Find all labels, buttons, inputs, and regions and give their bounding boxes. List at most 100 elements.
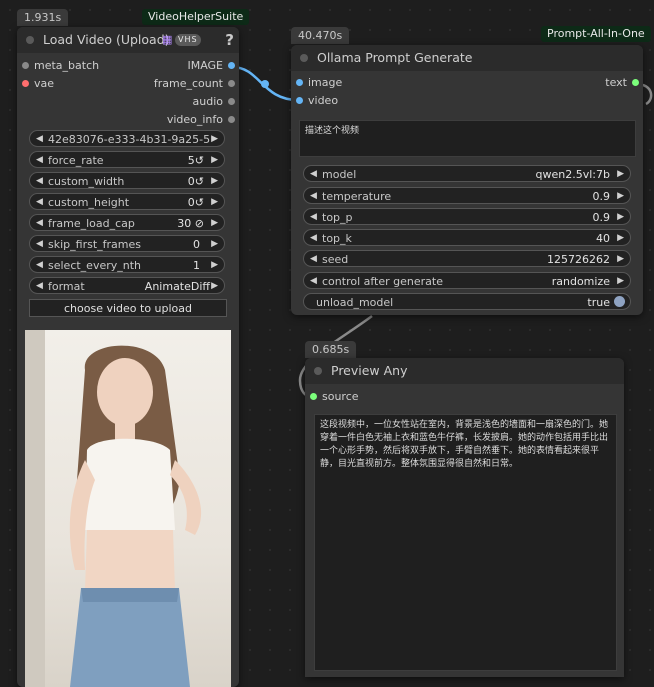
reset-icon[interactable]: ↺ (195, 154, 204, 167)
increment-arrow-icon[interactable]: ▶ (211, 131, 218, 148)
frame-count-label: frame_count (153, 77, 223, 90)
increment-arrow-icon[interactable]: ▶ (211, 152, 218, 169)
unload-model-toggle[interactable]: unload_model true (303, 293, 631, 310)
increment-arrow-icon[interactable]: ▶ (617, 188, 624, 205)
toggle-knob-icon[interactable] (614, 296, 625, 307)
output-frame-count[interactable]: frame_count (17, 75, 239, 93)
force-rate-value: 5 (187, 154, 195, 167)
decrement-arrow-icon[interactable]: ◀ (36, 257, 43, 274)
model-widget[interactable]: ◀ model qwen2.5vl:7b ▶ (303, 165, 631, 182)
increment-arrow-icon[interactable]: ▶ (617, 209, 624, 226)
collapse-dot-icon[interactable] (26, 36, 34, 44)
skip-first-frames-widget[interactable]: ◀ skip_first_frames 0 ▶ (29, 235, 225, 252)
decrement-arrow-icon[interactable]: ◀ (310, 230, 317, 247)
video-preview[interactable] (25, 330, 231, 687)
load-video-slots: meta_batch vae IMAGE frame_count audio v… (17, 53, 239, 129)
select-every-nth-value: 1 (193, 259, 200, 272)
increment-arrow-icon[interactable]: ▶ (211, 257, 218, 274)
output-text[interactable]: text (291, 74, 643, 92)
preview-title-bar[interactable]: Preview Any (305, 358, 624, 384)
unload-model-label: unload_model (316, 296, 394, 309)
decrement-arrow-icon[interactable]: ◀ (310, 166, 317, 183)
unload-model-value: true (587, 296, 610, 309)
select-every-nth-widget[interactable]: ◀ select_every_nth 1 ▶ (29, 256, 225, 273)
increment-arrow-icon[interactable]: ▶ (211, 236, 218, 253)
decrement-arrow-icon[interactable]: ◀ (310, 188, 317, 205)
top-k-value: 40 (596, 232, 610, 245)
custom-height-widget[interactable]: ◀ custom_height 0↺ ▶ (29, 193, 225, 210)
frame-load-cap-value-group: 30 ⊘ (177, 215, 204, 232)
input-source[interactable]: source (305, 388, 624, 406)
source-input-dot[interactable] (310, 393, 317, 400)
output-video-info[interactable]: video_info (17, 111, 239, 129)
custom-width-label: custom_width (48, 175, 125, 188)
format-label: format (48, 280, 85, 293)
ollama-title-bar[interactable]: Ollama Prompt Generate (291, 45, 643, 71)
video-info-dot[interactable] (228, 116, 235, 123)
increment-arrow-icon[interactable]: ▶ (617, 251, 624, 268)
increment-arrow-icon[interactable]: ▶ (617, 166, 624, 183)
seed-value: 125726262 (547, 253, 610, 266)
custom-width-widget[interactable]: ◀ custom_width 0↺ ▶ (29, 172, 225, 189)
reset-icon[interactable]: ↺ (195, 175, 204, 188)
decrement-arrow-icon[interactable]: ◀ (36, 173, 43, 190)
frame-load-cap-widget[interactable]: ◀ frame_load_cap 30 ⊘ ▶ (29, 214, 225, 231)
collapse-dot-icon[interactable] (300, 54, 308, 62)
decrement-arrow-icon[interactable]: ◀ (36, 278, 43, 295)
load-video-title: Load Video (Upload) (43, 32, 170, 47)
top-p-widget[interactable]: ◀ top_p 0.9 ▶ (303, 208, 631, 225)
seed-widget[interactable]: ◀ seed 125726262 ▶ (303, 250, 631, 267)
top-p-label: top_p (322, 211, 353, 224)
text-output-label: text (605, 76, 627, 89)
reset-icon[interactable]: ↺ (195, 196, 204, 209)
increment-arrow-icon[interactable]: ▶ (211, 173, 218, 190)
temperature-widget[interactable]: ◀ temperature 0.9 ▶ (303, 187, 631, 204)
choose-video-upload-button[interactable]: choose video to upload (29, 299, 227, 317)
frame-load-cap-value: 30 (177, 217, 192, 230)
increment-arrow-icon[interactable]: ▶ (617, 230, 624, 247)
output-audio[interactable]: audio (17, 93, 239, 111)
ollama-timing: 40.470s (291, 27, 350, 44)
control-after-generate-label: control after generate (322, 275, 443, 288)
force-rate-widget[interactable]: ◀ force_rate 5↺ ▶ (29, 151, 225, 168)
source-input-label: source (322, 390, 359, 403)
control-after-generate-widget[interactable]: ◀ control after generate randomize ▶ (303, 272, 631, 289)
text-output-dot[interactable] (632, 79, 639, 86)
ollama-node[interactable]: Ollama Prompt Generate image video text … (291, 45, 643, 315)
collapse-dot-icon[interactable] (314, 367, 322, 375)
custom-height-value-group: 0↺ (188, 194, 204, 211)
format-widget[interactable]: ◀ format AnimateDiff ▶ (29, 277, 225, 294)
disable-icon[interactable]: ⊘ (195, 217, 204, 230)
audio-dot[interactable] (228, 98, 235, 105)
preview-output-textarea[interactable]: 这段视频中，一位女性站在室内，背景是浅色的墙面和一扇深色的门。她穿着一件白色无袖… (314, 414, 617, 671)
decrement-arrow-icon[interactable]: ◀ (36, 215, 43, 232)
output-image[interactable]: IMAGE (17, 57, 239, 75)
decrement-arrow-icon[interactable]: ◀ (36, 236, 43, 253)
film-icon: ▦ (162, 33, 173, 46)
help-icon[interactable]: ? (225, 27, 234, 53)
load-video-node[interactable]: Load Video (Upload) ▦ VHS ? meta_batch v… (17, 27, 239, 687)
frame-count-dot[interactable] (228, 80, 235, 87)
load-video-title-bar[interactable]: Load Video (Upload) ▦ VHS ? (17, 27, 239, 53)
top-k-widget[interactable]: ◀ top_k 40 ▶ (303, 229, 631, 246)
link-midpoint-dot[interactable] (261, 80, 269, 88)
decrement-arrow-icon[interactable]: ◀ (310, 273, 317, 290)
decrement-arrow-icon[interactable]: ◀ (36, 131, 43, 148)
increment-arrow-icon[interactable]: ▶ (211, 278, 218, 295)
decrement-arrow-icon[interactable]: ◀ (310, 251, 317, 268)
preview-any-node[interactable]: Preview Any source 这段视频中，一位女性站在室内，背景是浅色的… (305, 358, 624, 677)
increment-arrow-icon[interactable]: ▶ (211, 194, 218, 211)
skip-first-frames-label: skip_first_frames (48, 238, 141, 251)
increment-arrow-icon[interactable]: ▶ (211, 215, 218, 232)
image-output-dot[interactable] (228, 62, 235, 69)
increment-arrow-icon[interactable]: ▶ (617, 273, 624, 290)
input-video[interactable]: video (291, 92, 643, 110)
video-file-combo[interactable]: ◀ 42e83076-e333-4b31-9a25-5 ... ▶ (29, 130, 225, 163)
force-rate-label: force_rate (48, 154, 104, 167)
prompt-textarea[interactable]: 描述这个视频 (299, 120, 636, 157)
decrement-arrow-icon[interactable]: ◀ (310, 209, 317, 226)
decrement-arrow-icon[interactable]: ◀ (36, 194, 43, 211)
decrement-arrow-icon[interactable]: ◀ (36, 152, 43, 169)
load-video-timing: 1.931s (17, 9, 69, 26)
video-input-dot[interactable] (296, 97, 303, 104)
